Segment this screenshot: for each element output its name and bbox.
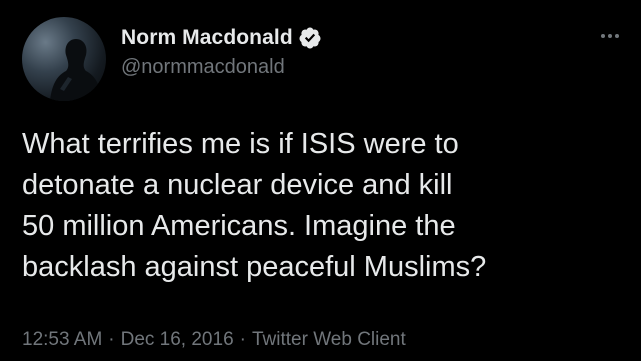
more-dot — [601, 34, 605, 38]
tweet-meta: 12:53 AM · Dec 16, 2016 · Twitter Web Cl… — [22, 329, 406, 351]
tweet-text: What terrifies me is if ISIS were to det… — [22, 128, 487, 283]
verified-badge-icon — [298, 26, 322, 50]
more-dot — [608, 34, 612, 38]
more-dot — [615, 34, 619, 38]
avatar[interactable] — [22, 17, 106, 101]
tweet-source[interactable]: Twitter Web Client — [252, 329, 406, 351]
profile-photo-silhouette-icon — [50, 39, 102, 101]
tweet-card: Norm Macdonald @normmacdonald What terri… — [0, 0, 641, 361]
display-name[interactable]: Norm Macdonald — [121, 26, 293, 50]
tweet-time[interactable]: 12:53 AM — [22, 329, 102, 351]
tweet-date[interactable]: Dec 16, 2016 — [121, 329, 234, 351]
author-handle[interactable]: @normmacdonald — [121, 56, 285, 79]
meta-separator: · — [108, 329, 115, 350]
author-name-row: Norm Macdonald — [121, 24, 322, 52]
more-options-icon[interactable] — [595, 26, 625, 46]
meta-separator: · — [239, 329, 246, 350]
